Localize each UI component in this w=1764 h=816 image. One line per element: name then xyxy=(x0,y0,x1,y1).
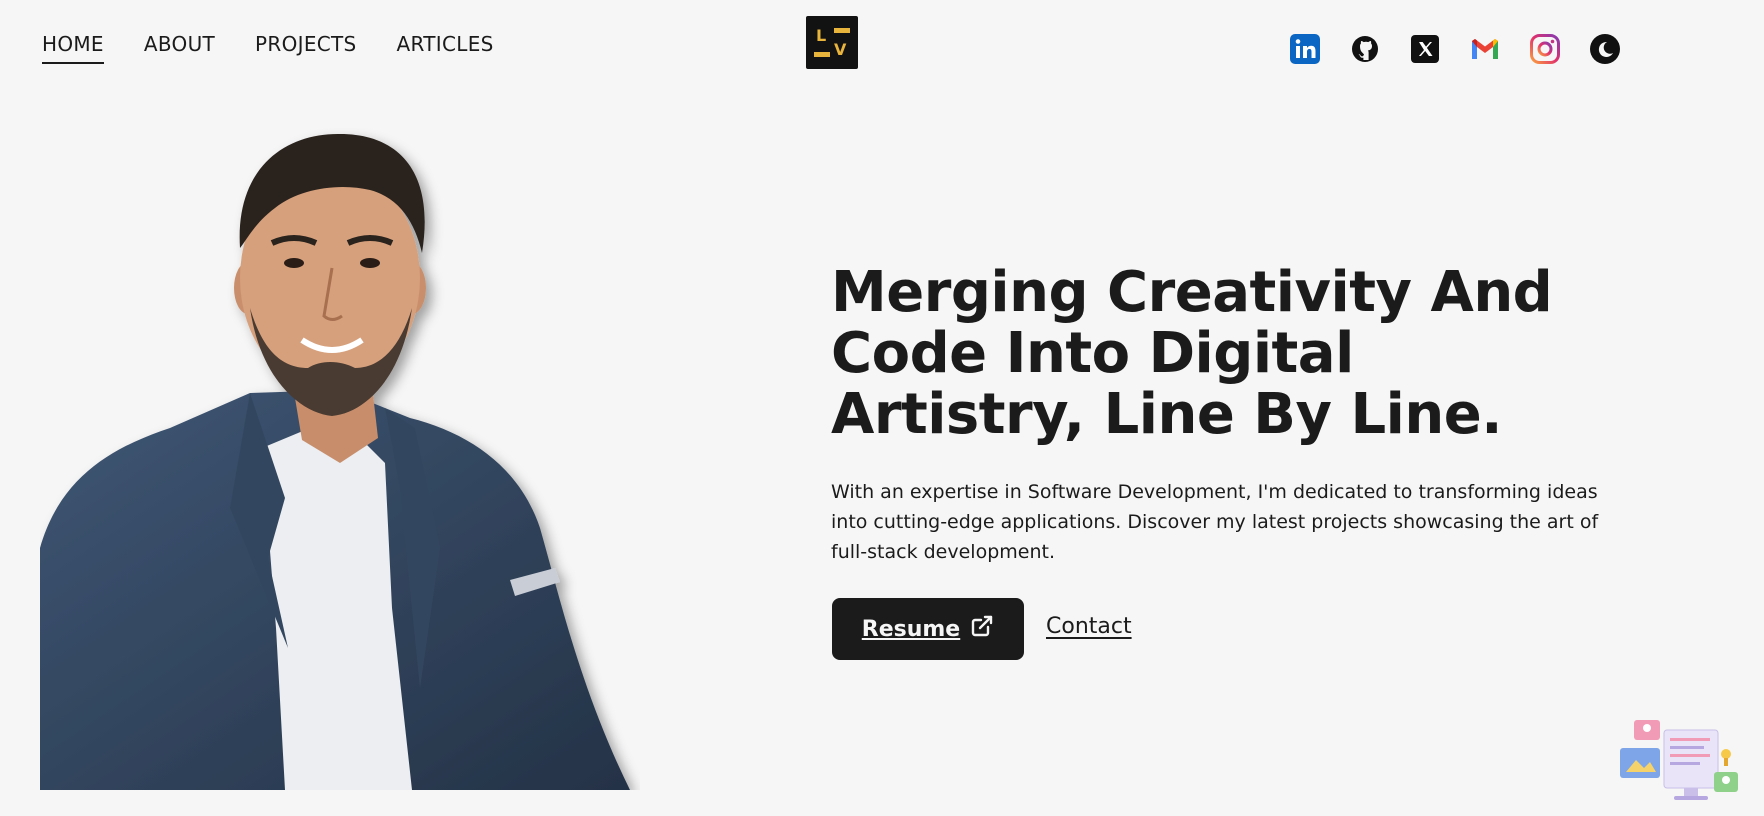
hero-description: With an expertise in Software Developmen… xyxy=(831,481,1599,563)
nav-articles[interactable]: ARTICLES xyxy=(397,32,494,62)
hero-headline: Merging Creativity And Code Into Digital… xyxy=(831,260,1553,447)
profile-photo xyxy=(40,128,640,790)
resume-button-label: Resume xyxy=(861,616,961,642)
x-twitter-icon[interactable] xyxy=(1410,34,1440,64)
logo-letter-l: L xyxy=(816,26,827,45)
site-logo[interactable]: L V xyxy=(806,16,858,69)
linkedin-icon[interactable] xyxy=(1290,34,1320,64)
contact-link[interactable]: Contact xyxy=(1046,614,1132,639)
gmail-icon[interactable] xyxy=(1470,34,1500,64)
external-link-icon xyxy=(970,614,994,644)
nav-home[interactable]: HOME xyxy=(42,32,104,64)
logo-bar-bottom xyxy=(814,52,830,57)
dark-mode-moon-icon[interactable] xyxy=(1590,34,1620,64)
resume-button[interactable]: Resume xyxy=(832,598,1024,660)
social-links xyxy=(1290,34,1620,64)
logo-bar-top xyxy=(834,28,850,33)
github-icon[interactable] xyxy=(1350,34,1380,64)
nav-about[interactable]: ABOUT xyxy=(144,32,215,62)
main-nav: HOME ABOUT PROJECTS ARTICLES xyxy=(42,32,494,64)
instagram-icon[interactable] xyxy=(1530,34,1560,64)
logo-letter-v: V xyxy=(834,40,847,59)
nav-projects[interactable]: PROJECTS xyxy=(255,32,357,62)
developer-illustration-icon xyxy=(1620,720,1742,804)
